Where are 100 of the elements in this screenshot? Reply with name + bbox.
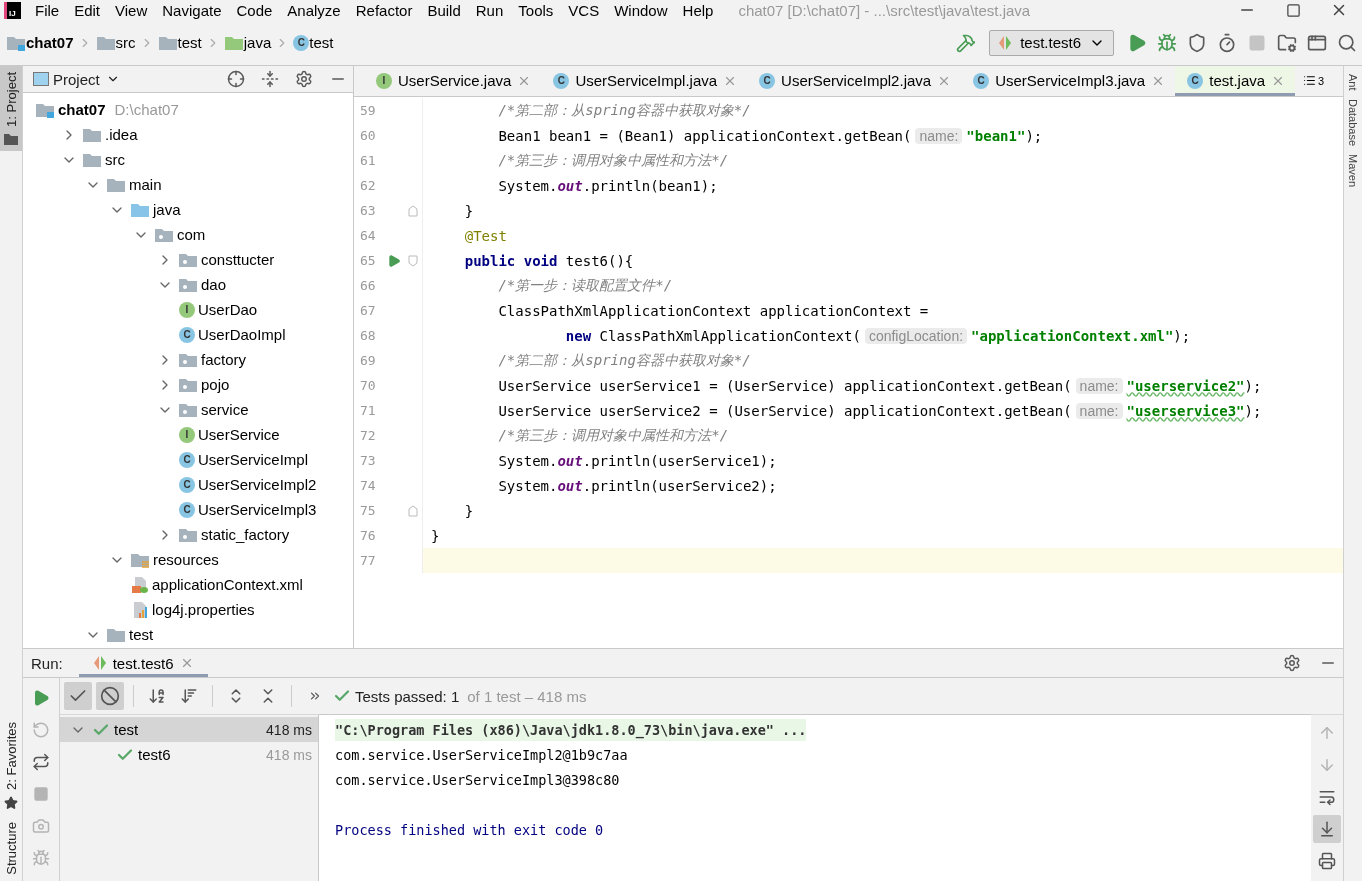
tab-overflow-button[interactable]: 3 <box>1295 66 1329 96</box>
tool-window-tab[interactable]: 2: Favorites <box>3 722 19 791</box>
breadcrumb[interactable]: src <box>115 34 136 51</box>
ban-icon <box>100 686 120 706</box>
tree-item[interactable]: UserService <box>198 426 280 443</box>
console-output: com.service.UserServiceImpl2@1b9c7aa <box>335 745 628 765</box>
editor-tab[interactable]: C UserServiceImpl.java <box>541 66 748 96</box>
tree-item[interactable]: service <box>201 401 249 418</box>
menu-item[interactable]: File <box>35 1 60 19</box>
tree-item[interactable]: dao <box>201 276 227 293</box>
tree-item[interactable]: UserDao <box>198 301 258 318</box>
menu-item[interactable]: Edit <box>74 1 101 19</box>
editor-tab[interactable]: C test.java <box>1175 66 1296 96</box>
line-number: 67 <box>359 303 377 318</box>
menu-item[interactable]: Code <box>236 1 273 19</box>
test-name[interactable]: test <box>114 721 263 738</box>
breadcrumb[interactable]: test <box>309 34 334 51</box>
tree-item[interactable]: java <box>153 201 181 218</box>
tool-window-tab[interactable]: Maven <box>1347 153 1359 187</box>
project-path: D:\chat07 <box>114 101 179 118</box>
debug-icon[interactable] <box>1157 32 1177 53</box>
menu-item[interactable]: Analyze <box>287 1 341 19</box>
menu-item[interactable]: VCS <box>568 1 600 19</box>
tree-item[interactable]: src <box>105 151 125 168</box>
menu-item[interactable]: Run <box>475 1 504 19</box>
tree-item[interactable]: UserDaoImpl <box>198 326 286 343</box>
tree-item[interactable]: main <box>129 176 162 193</box>
tool-window-tab[interactable]: Structure <box>3 822 19 875</box>
tree-item[interactable]: applicationContext.xml <box>152 576 303 593</box>
breadcrumb[interactable]: test <box>177 34 202 51</box>
check-toggle[interactable] <box>64 682 92 710</box>
code-comment: /*第三步：调用对象中属性和方法*/ <box>497 426 729 445</box>
line-number: 62 <box>359 178 377 193</box>
selected-test-row[interactable]: test 418 ms <box>60 717 318 742</box>
package-icon <box>178 351 198 368</box>
menu-item[interactable]: Window <box>614 1 668 19</box>
annotation: @Test <box>463 227 507 244</box>
search-icon[interactable] <box>1337 32 1357 53</box>
project-structure-icon[interactable] <box>1277 32 1297 53</box>
editor-tab[interactable]: C UserServiceImpl3.java <box>961 66 1176 96</box>
collapse-icon[interactable] <box>261 70 279 88</box>
menu-item[interactable]: Navigate <box>162 1 222 19</box>
breadcrumb[interactable]: java <box>243 34 272 51</box>
project-icon <box>6 34 26 51</box>
editor-tab[interactable]: I UserService.java <box>364 66 542 96</box>
tree-item[interactable]: consttucter <box>201 251 275 268</box>
ban-toggle[interactable] <box>96 682 124 710</box>
tree-item[interactable]: UserServiceImpl <box>198 451 309 468</box>
tool-window-tab[interactable]: Database <box>1347 98 1359 146</box>
build-icon[interactable] <box>956 32 977 53</box>
class-icon: C <box>179 501 195 518</box>
code-text: ); <box>1173 327 1191 344</box>
profile-icon[interactable] <box>1217 32 1237 53</box>
code-text: } <box>463 502 474 519</box>
run-icon[interactable] <box>386 253 401 268</box>
project-view-dropdown[interactable]: Project <box>53 70 120 88</box>
tree-item[interactable]: pojo <box>201 376 230 393</box>
settings-icon[interactable] <box>1283 654 1301 672</box>
code-comment: /*第二部：从spring容器中获取对象*/ <box>497 101 751 120</box>
folder-icon <box>4 132 18 145</box>
menu-item[interactable]: Build <box>427 1 461 19</box>
tree-item[interactable]: test <box>129 626 154 643</box>
tool-window-tab[interactable]: Ant <box>1347 74 1359 91</box>
line-number: 60 <box>359 128 377 143</box>
window-title: chat07 [D:\chat07] - ...\src\test\java\test.java <box>738 1 1032 19</box>
settings-icon[interactable] <box>295 70 313 88</box>
maximize-icon[interactable] <box>1285 2 1301 18</box>
line-number: 63 <box>359 203 377 218</box>
console-exit-message: Process finished with exit code 0 <box>335 820 604 840</box>
editor-tab[interactable]: C UserServiceImpl2.java <box>747 66 962 96</box>
test-summary: of 1 test – 418 ms <box>467 687 587 705</box>
tree-item[interactable]: com <box>177 226 206 243</box>
locate-icon[interactable] <box>227 70 245 88</box>
interface-icon: I <box>179 426 195 443</box>
menu-item[interactable]: Help <box>682 1 714 19</box>
code-text: System. <box>497 452 558 469</box>
menu-item[interactable]: Refactor <box>355 1 413 19</box>
tree-item[interactable]: chat07 <box>58 101 106 118</box>
tree-item[interactable]: UserServiceImpl2 <box>198 476 317 493</box>
code-text: ClassPathXmlApplicationContext applicationContext = <box>497 302 929 319</box>
run-config-dropdown[interactable]: test.test6 <box>989 29 1114 56</box>
coverage-icon[interactable] <box>1187 32 1207 53</box>
tree-item[interactable]: factory <box>201 351 246 368</box>
panel-icon <box>33 72 49 86</box>
run-tab[interactable]: test.test6 <box>78 649 208 677</box>
menu-item[interactable]: View <box>115 1 148 19</box>
tree-item[interactable]: static_factory <box>201 526 290 543</box>
menu-item[interactable]: Tools <box>518 1 554 19</box>
tree-item[interactable]: .idea <box>105 126 138 143</box>
breadcrumb[interactable]: chat07 <box>26 34 74 51</box>
run-icon[interactable] <box>1127 32 1147 53</box>
folder-icon <box>82 151 102 168</box>
tree-item[interactable]: log4j.properties <box>152 601 255 618</box>
parameter-hint: configLocation: <box>864 327 968 344</box>
tree-item[interactable]: UserServiceImpl3 <box>198 501 317 518</box>
test-name[interactable]: test6 <box>138 746 263 763</box>
string-literal: "userservice3" <box>1126 402 1245 419</box>
tree-item[interactable]: resources <box>153 551 219 568</box>
scroll-to-end-button[interactable] <box>1313 815 1341 843</box>
sort-icon <box>180 687 198 705</box>
